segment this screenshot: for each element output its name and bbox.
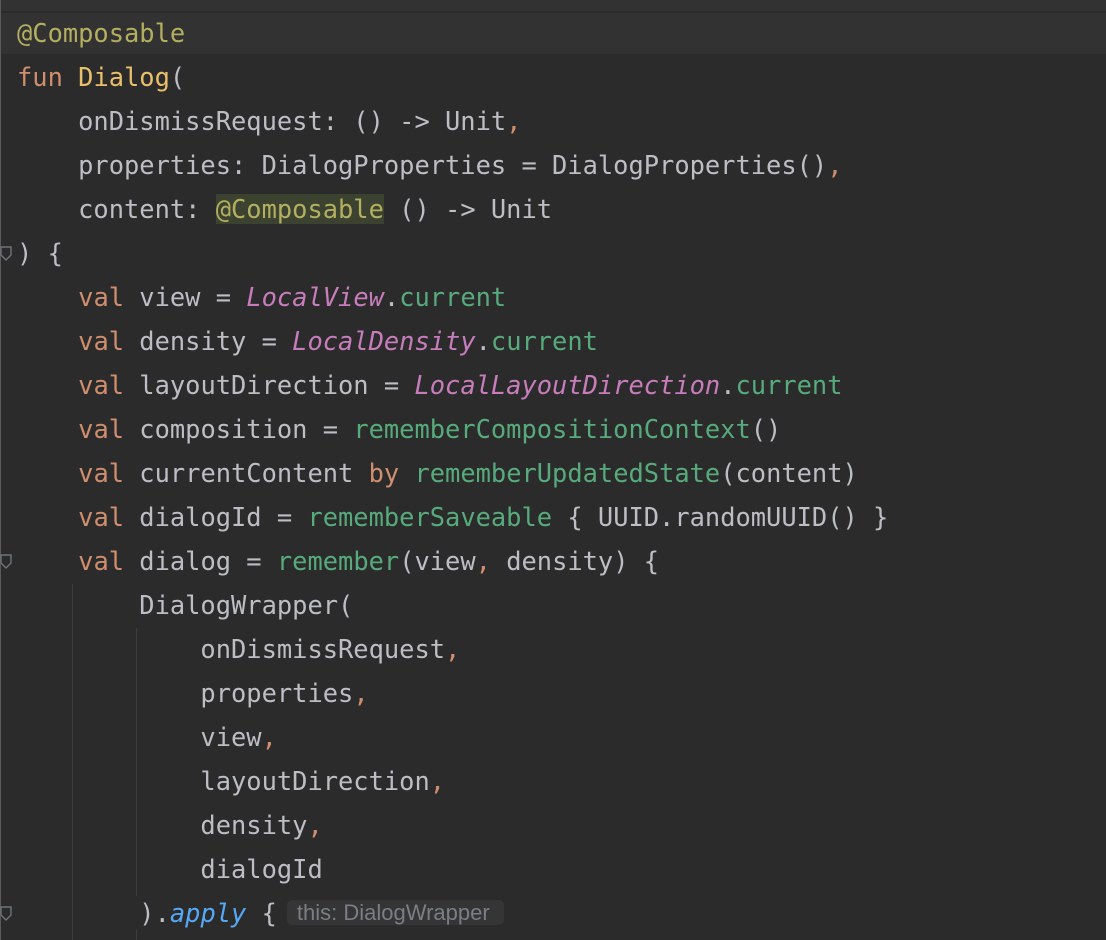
editor-top-strip [0, 0, 1106, 11]
code-line[interactable]: properties: DialogProperties = DialogPro… [17, 143, 842, 187]
code-token: rememberCompositionContext [353, 414, 751, 444]
code-line[interactable]: dialogId [17, 847, 323, 891]
code-line[interactable]: val density = LocalDensity.current [17, 319, 598, 363]
inlay-type-hint: this: DialogWrapper [286, 900, 504, 925]
code-token: density) { [490, 546, 660, 576]
code-token: val [78, 414, 125, 444]
code-token: LocalLayoutDirection [414, 370, 721, 400]
code-line[interactable]: val dialog = remember(view, density) { [17, 539, 659, 583]
code-token: current [490, 326, 598, 356]
code-editor[interactable]: @Composable fun Dialog( onDismissRequest:… [0, 0, 1106, 940]
fold-start-icon[interactable] [0, 554, 12, 570]
code-line[interactable]: val dialogId = rememberSaveable { UUID.r… [17, 495, 888, 539]
code-line[interactable]: ).apply { this: DialogWrapper [17, 891, 504, 935]
code-token: , [353, 678, 369, 708]
fold-end-icon[interactable] [0, 246, 12, 262]
code-token: (view [399, 546, 476, 576]
code-token: ) { [17, 238, 63, 268]
code-token: DialogWrapper( [17, 590, 354, 620]
code-token: dialog = [124, 546, 277, 576]
code-token: LocalDensity [292, 326, 476, 356]
code-token: remember [276, 546, 400, 576]
code-token: rememberSaveable [307, 502, 553, 532]
code-token: . [475, 326, 491, 356]
code-token: (content) [720, 458, 858, 488]
code-token: current [399, 282, 507, 312]
code-token: val [78, 458, 125, 488]
code-token: properties: DialogProperties = DialogPro… [17, 150, 828, 180]
code-token: val [78, 370, 125, 400]
gutter-border [0, 0, 1, 940]
code-token: , [429, 766, 446, 796]
code-token: val [78, 502, 125, 532]
code-line[interactable]: content: @Composable () -> Unit [17, 187, 552, 231]
code-line[interactable]: fun Dialog( [17, 55, 185, 99]
code-token: , [261, 722, 277, 752]
code-token: val [78, 326, 125, 356]
code-line[interactable]: @Composable [17, 11, 185, 55]
code-token: { [246, 898, 277, 928]
code-token: onDismissRequest: () -> Unit [17, 106, 507, 136]
code-token: , [827, 150, 843, 180]
code-token: density [17, 810, 308, 840]
code-token: density = [124, 326, 293, 356]
code-token: , [506, 106, 522, 136]
code-token: , [307, 810, 323, 840]
code-token: @Composable [17, 18, 186, 48]
code-token: by [368, 458, 400, 488]
code-token: rememberUpdatedState [414, 458, 721, 488]
code-token: () [750, 414, 782, 444]
code-token: Dialog [78, 62, 170, 92]
code-line[interactable]: val layoutDirection = LocalLayoutDirecti… [17, 363, 843, 407]
code-line[interactable]: layoutDirection, [17, 759, 445, 803]
code-token: () -> Unit [383, 194, 553, 224]
code-token: ( [169, 62, 186, 92]
code-token: @Composable [215, 194, 384, 224]
code-token: ). [17, 898, 170, 928]
code-token: currentContent [124, 458, 369, 488]
code-line[interactable]: val currentContent by rememberUpdatedSta… [17, 451, 858, 495]
code-token: onDismissRequest [17, 634, 446, 664]
code-line[interactable]: DialogWrapper( [17, 583, 353, 627]
code-token: . [383, 282, 400, 312]
code-line[interactable]: view, [17, 715, 277, 759]
code-token: fun [17, 62, 79, 92]
code-line[interactable]: onDismissRequest: () -> Unit, [17, 99, 521, 143]
code-token: current [735, 370, 843, 400]
code-token: dialogId = [124, 502, 308, 532]
code-token: { UUID.randomUUID() } [552, 502, 889, 532]
code-token: view = [124, 282, 247, 312]
code-line[interactable]: val composition = rememberCompositionCon… [17, 407, 781, 451]
code-token: val [78, 546, 125, 576]
code-token: val [78, 282, 125, 312]
fold-start-icon[interactable] [0, 906, 12, 922]
code-token: view [17, 722, 262, 752]
code-token: content: [17, 194, 216, 224]
code-token: , [475, 546, 491, 576]
code-token: . [720, 370, 736, 400]
code-line[interactable]: ) { [17, 231, 63, 275]
code-token: composition = [124, 414, 354, 444]
code-line[interactable]: properties, [17, 671, 369, 715]
code-line[interactable]: density, [17, 803, 323, 847]
code-token: LocalView [246, 282, 384, 312]
code-line[interactable]: val view = LocalView.current [17, 275, 506, 319]
code-token: properties [17, 678, 354, 708]
code-token: apply [169, 898, 247, 928]
code-line[interactable]: onDismissRequest, [17, 627, 460, 671]
code-token: layoutDirection [17, 766, 430, 796]
code-token: dialogId [17, 854, 323, 884]
code-token: layoutDirection = [124, 370, 415, 400]
code-token: , [445, 634, 461, 664]
